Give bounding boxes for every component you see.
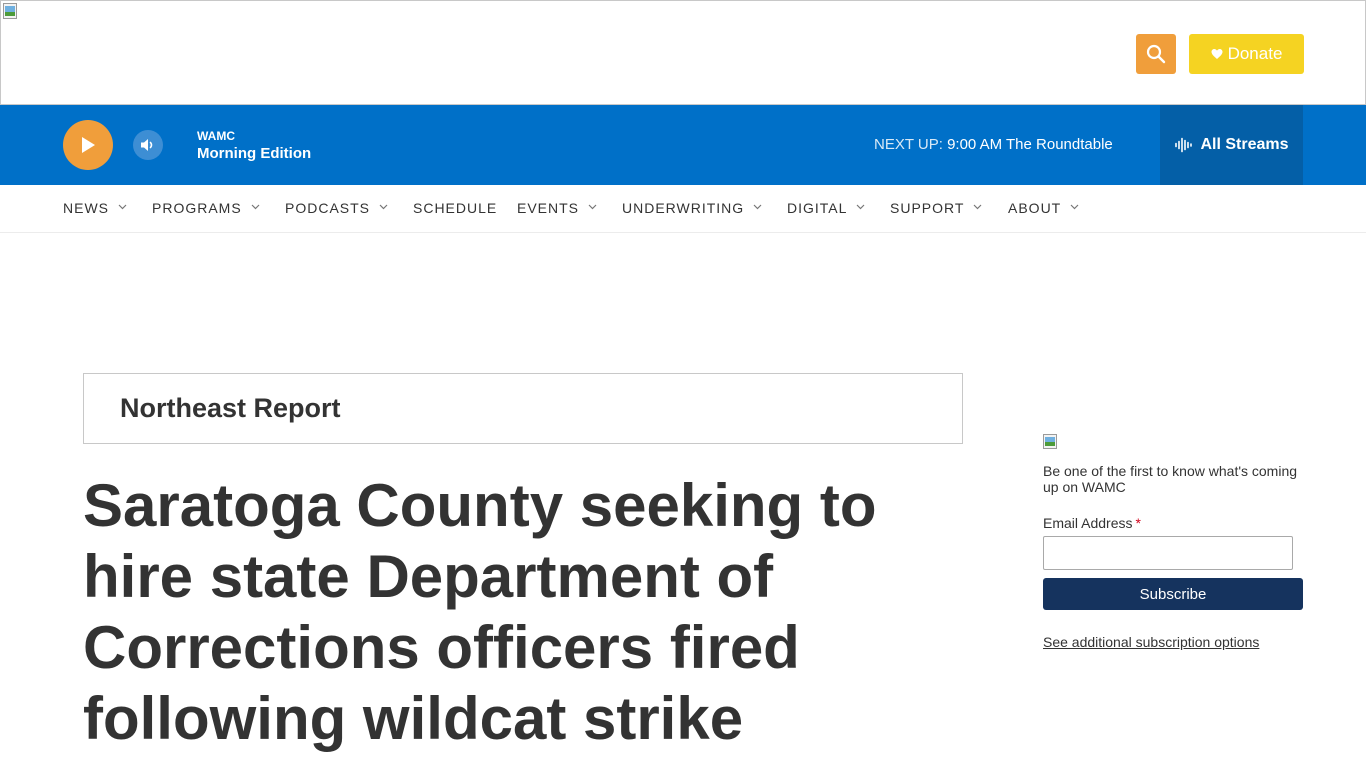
nav-item-label: SCHEDULE — [413, 200, 498, 216]
chevron-down-icon — [379, 204, 388, 210]
chevron-down-icon — [251, 204, 260, 210]
next-up-label: NEXT UP: — [874, 136, 943, 153]
subscribe-button[interactable]: Subscribe — [1043, 578, 1303, 610]
station-name: WAMC — [197, 129, 235, 143]
nav-item-label: ABOUT — [1008, 200, 1062, 216]
chevron-down-icon — [1070, 204, 1079, 210]
nav-item-label: DIGITAL — [787, 200, 848, 216]
broken-image-icon — [1043, 434, 1059, 450]
nav-item-programs[interactable]: PROGRAMS — [152, 200, 260, 216]
donate-button[interactable]: Donate — [1189, 34, 1304, 74]
nav-item-label: SUPPORT — [890, 200, 965, 216]
all-streams-button[interactable]: All Streams — [1160, 105, 1303, 185]
newsletter-promo-text: Be one of the first to know what's comin… — [1043, 463, 1298, 495]
nav-item-news[interactable]: NEWS — [63, 200, 127, 216]
next-up[interactable]: NEXT UP: 9:00 AM The Roundtable — [874, 136, 1113, 153]
nav-item-support[interactable]: SUPPORT — [890, 200, 982, 216]
article-headline: Saratoga County seeking to hire state De… — [83, 472, 877, 752]
live-player-bar: WAMC Morning Edition NEXT UP: 9:00 AM Th… — [0, 105, 1366, 185]
now-playing-program[interactable]: Morning Edition — [197, 145, 311, 162]
article-tag-link[interactable]: Northeast Report — [120, 393, 341, 424]
nav-item-label: EVENTS — [517, 200, 580, 216]
search-icon — [1146, 44, 1166, 64]
play-icon — [82, 137, 95, 153]
nav-item-about[interactable]: ABOUT — [1008, 200, 1079, 216]
article-tag-box: Northeast Report — [83, 373, 963, 444]
nav-item-schedule[interactable]: SCHEDULE — [413, 200, 497, 216]
nav-item-label: PROGRAMS — [152, 200, 242, 216]
chevron-down-icon — [118, 204, 127, 210]
required-marker: * — [1135, 515, 1141, 531]
next-up-value: 9:00 AM The Roundtable — [947, 136, 1113, 153]
nav-item-events[interactable]: EVENTS — [517, 200, 597, 216]
nav-item-podcasts[interactable]: PODCASTS — [285, 200, 388, 216]
email-label-text: Email Address — [1043, 515, 1133, 531]
nav-item-label: UNDERWRITING — [622, 200, 745, 216]
volume-icon — [141, 139, 153, 151]
chevron-down-icon — [974, 204, 982, 210]
broken-image-icon[interactable] — [3, 3, 19, 19]
audio-wave-icon — [1175, 137, 1193, 153]
heart-icon — [1211, 49, 1223, 59]
additional-subscription-options-link[interactable]: See additional subscription options — [1043, 634, 1259, 650]
chevron-down-icon — [753, 204, 762, 210]
email-field[interactable] — [1043, 536, 1293, 570]
donate-label: Donate — [1227, 44, 1283, 63]
chevron-down-icon — [856, 204, 865, 210]
search-button[interactable] — [1136, 34, 1176, 74]
nav-item-digital[interactable]: DIGITAL — [787, 200, 865, 216]
nav-item-underwriting[interactable]: UNDERWRITING — [622, 200, 762, 216]
email-field-label: Email Address * — [1043, 515, 1141, 531]
volume-button[interactable] — [133, 130, 163, 160]
chevron-down-icon — [588, 204, 597, 210]
nav-item-label: NEWS — [63, 200, 109, 216]
all-streams-label: All Streams — [1200, 136, 1289, 153]
site-header: Donate — [0, 0, 1366, 105]
nav-item-label: PODCASTS — [285, 200, 371, 216]
play-button[interactable] — [63, 120, 113, 170]
main-nav: NEWS PROGRAMS PODCASTS SCHEDULE EVENTS U… — [0, 185, 1366, 233]
